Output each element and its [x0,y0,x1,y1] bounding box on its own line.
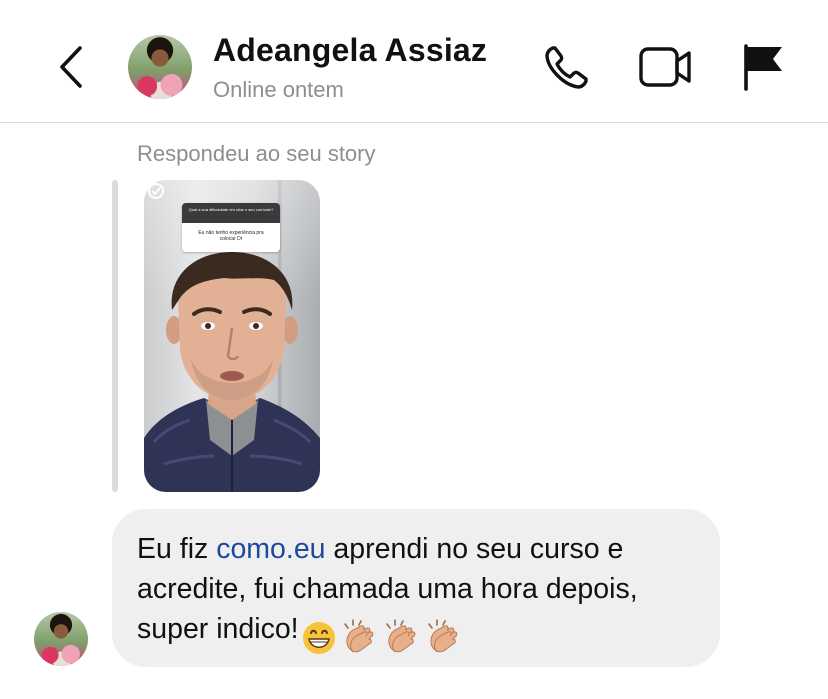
message-text-start: Eu fiz [137,533,217,565]
sender-avatar[interactable] [34,612,88,666]
message-link[interactable]: como.eu [216,533,325,565]
contact-status: Online ontem [213,77,344,102]
contact-name[interactable]: Adeangela Assiaz [213,32,487,69]
avatar-photo [128,35,192,99]
grinning-face-emoji [302,622,335,655]
video-call-button[interactable] [638,44,694,90]
message-text: Eu fiz como.eu aprendi no seu curso e ac… [137,529,696,658]
contact-avatar[interactable] [128,35,192,99]
clapping-hands-emoji [385,619,415,653]
reply-indicator-bar [112,180,118,492]
story-check-icon [148,183,164,199]
flag-icon [744,44,782,91]
emoji-row [299,617,463,658]
story-question-sticker: Qual a sua dificuldade em criar o seu cu… [182,203,280,252]
clapping-hands-emoji [343,619,373,653]
story-preview[interactable]: Qual a sua dificuldade em criar o seu cu… [144,180,320,492]
answer-text: Eu não tenho experiência pra colocar Dr [182,223,280,252]
message-bubble[interactable]: Eu fiz como.eu aprendi no seu curso e ac… [112,509,720,667]
story-reply-caption: Respondeu ao seu story [137,141,376,166]
chat-header: Adeangela Assiaz Online ontem [0,0,828,123]
video-camera-icon [639,47,691,87]
question-text: Qual a sua dificuldade em criar o seu cu… [182,203,280,223]
direct-message-screen: Adeangela Assiaz Online ontem Respondeu … [0,0,828,699]
clapping-hands-emoji [427,619,457,653]
chevron-left-icon [60,46,82,88]
avatar-photo [34,612,88,666]
voice-call-button[interactable] [542,42,592,92]
phone-icon [545,46,588,89]
report-button[interactable] [740,42,786,92]
back-button[interactable] [50,42,90,92]
